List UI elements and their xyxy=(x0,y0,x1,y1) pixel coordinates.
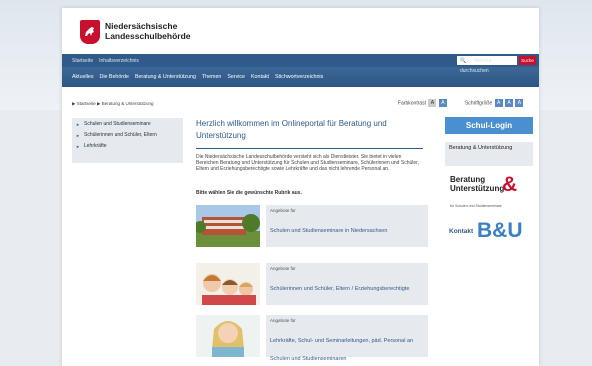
nav-item-stichwort[interactable]: Stichwortverzeichnis xyxy=(275,74,323,80)
sidebar-item-schueler[interactable]: Schülerinnen und Schüler, Eltern xyxy=(72,129,183,140)
fontsize-label: Schriftgröße xyxy=(465,100,493,107)
contrast-dark-button[interactable]: A xyxy=(438,99,447,107)
offer-kicker: Angebote für xyxy=(270,208,296,213)
children-image[interactable] xyxy=(196,263,260,305)
offer-card-lehrkraefte[interactable]: Angebote für Lehrkräfte, Schul- und Semi… xyxy=(196,315,428,362)
search-input[interactable]: 🔍 Website durchsuchen xyxy=(457,56,517,74)
offer-card-schueler[interactable]: Angebote für Schülerinnen und Schüler, E… xyxy=(196,263,428,305)
teacher-image[interactable] xyxy=(196,315,260,357)
beratung-logo-subtitle: für Schulen und Studienseminare xyxy=(450,204,502,208)
offer-card-schulen[interactable]: Angebote für Schulen und Studienseminare… xyxy=(194,205,428,247)
page-container: Niedersächsische Landesschulbehörde Star… xyxy=(62,8,539,366)
utility-link-home[interactable]: Startseite xyxy=(72,58,93,64)
fontsize-medium-button[interactable]: A xyxy=(505,99,514,107)
breadcrumb: ▶ Startseite ▶ Beratung & Unterstützung xyxy=(72,101,154,107)
nav-item-behoerde[interactable]: Die Behörde xyxy=(100,74,129,80)
site-logo-text[interactable]: Niedersächsische Landesschulbehörde xyxy=(105,21,191,41)
nav-item-service[interactable]: Service xyxy=(227,74,245,80)
schul-login-button[interactable]: Schul-Login xyxy=(445,117,533,134)
offer-link-lehrkraefte[interactable]: Lehrkräfte, Schul- und Seminarleitungen,… xyxy=(270,338,413,362)
utility-bar: Startseite Inhaltsverzeichnis 🔍 Website … xyxy=(62,54,539,74)
breadcrumb-current: Beratung & Unterstützung xyxy=(101,101,154,106)
offer-kicker: Angebote für xyxy=(270,318,296,323)
title-divider xyxy=(196,148,423,149)
intro-text: Die Niedersächsische Landesschulbehörde … xyxy=(196,154,419,172)
bu-logo-icon: B&U xyxy=(477,219,523,242)
nav-item-aktuelles[interactable]: Aktuelles xyxy=(72,74,94,80)
choose-heading: Bitte wählen Sie die gewünschte Rubrik a… xyxy=(196,190,302,196)
offer-card-text: Angebote für Schülerinnen und Schüler, E… xyxy=(266,263,428,305)
offer-kicker: Angebote für xyxy=(270,266,296,271)
org-line2: Landesschulbehörde xyxy=(105,31,191,41)
breadcrumb-home[interactable]: Startseite xyxy=(77,101,96,106)
beratung-box-title: Beratung & Unterstützung xyxy=(449,145,513,151)
sidebar-item-schulen[interactable]: Schulen und Studienseminare xyxy=(72,118,183,129)
utility-link-sitemap[interactable]: Inhaltsverzeichnis xyxy=(99,58,139,64)
sidebar-nav: Schulen und Studienseminare Schülerinnen… xyxy=(72,118,183,163)
contrast-light-button[interactable]: A xyxy=(428,99,437,107)
contrast-label: Farbkontrast xyxy=(398,100,427,107)
offer-link-schulen[interactable]: Schulen und Studienseminare in Niedersac… xyxy=(270,228,387,234)
beratung-logo-line1: Beratung xyxy=(450,175,486,184)
contrast-controls: Farbkontrast A A xyxy=(398,99,447,107)
search-button[interactable]: Suche xyxy=(519,56,536,65)
search-icon: 🔍 xyxy=(460,58,467,64)
nav-item-kontakt[interactable]: Kontakt xyxy=(251,74,269,80)
niedersachsen-horse-logo-icon[interactable] xyxy=(80,20,100,44)
breadcrumb-arrow-icon: ▶ xyxy=(97,101,101,106)
org-line1: Niedersächsische xyxy=(105,21,178,31)
site-header: Niedersächsische Landesschulbehörde xyxy=(62,8,539,54)
nav-item-beratung[interactable]: Beratung & Unterstützung xyxy=(135,74,196,80)
school-building-image[interactable] xyxy=(194,205,260,247)
ampersand-logo-icon: & xyxy=(502,173,518,196)
fontsize-large-button[interactable]: A xyxy=(515,99,524,107)
beratung-unterstuetzung-logo[interactable]: Beratung Unterstützung & für Schulen und… xyxy=(445,171,533,213)
fontsize-controls: Schriftgröße A A A xyxy=(465,99,524,107)
breadcrumb-arrow-icon: ▶ xyxy=(72,101,76,106)
offer-link-schueler[interactable]: Schülerinnen und Schüler, Eltern / Erzie… xyxy=(270,286,409,292)
offer-card-text: Angebote für Schulen und Studienseminare… xyxy=(266,205,428,247)
sidebar-item-lehrkraefte[interactable]: Lehrkräfte xyxy=(72,140,183,151)
offer-card-text: Angebote für Lehrkräfte, Schul- und Semi… xyxy=(266,315,428,362)
fontsize-small-button[interactable]: A xyxy=(494,99,503,107)
kontakt-banner[interactable]: Kontakt B&U xyxy=(445,216,533,248)
beratung-box[interactable]: Beratung & Unterstützung xyxy=(445,142,533,166)
nav-item-themen[interactable]: Themen xyxy=(202,74,221,80)
kontakt-label: Kontakt xyxy=(449,228,474,235)
page-title: Herzlich willkommen im Onlineportal für … xyxy=(196,119,387,140)
beratung-logo-text: Beratung Unterstützung xyxy=(450,175,504,193)
beratung-logo-line2: Unterstützung xyxy=(450,184,505,193)
